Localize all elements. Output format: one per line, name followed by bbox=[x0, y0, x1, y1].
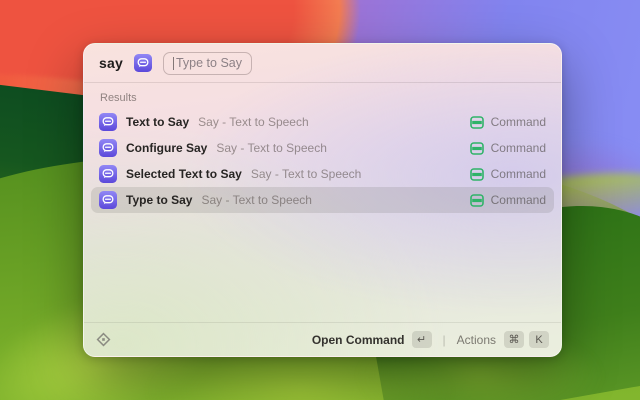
say-speech-bubble-icon bbox=[99, 139, 117, 157]
result-type: Command bbox=[491, 167, 546, 181]
actions-button[interactable]: Actions ⌘ K bbox=[457, 331, 549, 348]
result-row[interactable]: Text to Say Say - Text to Speech Command bbox=[91, 109, 554, 135]
text-caret bbox=[173, 57, 174, 70]
result-title: Configure Say bbox=[126, 141, 207, 155]
command-window-icon bbox=[470, 116, 484, 129]
raycast-diamond-icon bbox=[96, 332, 111, 347]
open-command-label: Open Command bbox=[312, 333, 405, 347]
result-subtitle: Say - Text to Speech bbox=[216, 141, 327, 155]
empty-area bbox=[84, 213, 561, 322]
result-title: Text to Say bbox=[126, 115, 189, 129]
say-speech-bubble-icon bbox=[99, 191, 117, 209]
result-type: Command bbox=[491, 141, 546, 155]
search-query[interactable]: say bbox=[99, 55, 123, 71]
status-bar: Open Command ↵ | Actions ⌘ K bbox=[84, 322, 561, 356]
result-type: Command bbox=[491, 115, 546, 129]
say-speech-bubble-icon bbox=[134, 54, 152, 72]
token-label: Type to Say bbox=[176, 56, 242, 70]
command-key: ⌘ bbox=[504, 331, 524, 348]
say-speech-bubble-icon bbox=[99, 165, 117, 183]
desktop: say Type to Say Resu bbox=[0, 0, 640, 400]
results-header: Results bbox=[84, 83, 561, 107]
result-subtitle: Say - Text to Speech bbox=[251, 167, 362, 181]
launcher-window: say Type to Say Resu bbox=[83, 43, 562, 357]
open-command-button[interactable]: Open Command ↵ bbox=[312, 331, 432, 348]
result-title: Selected Text to Say bbox=[126, 167, 242, 181]
return-key: ↵ bbox=[412, 331, 432, 348]
results-list: Text to Say Say - Text to Speech Command… bbox=[84, 107, 561, 213]
result-type: Command bbox=[491, 193, 546, 207]
result-subtitle: Say - Text to Speech bbox=[198, 115, 309, 129]
command-window-icon bbox=[470, 168, 484, 181]
result-row[interactable]: Selected Text to Say Say - Text to Speec… bbox=[91, 161, 554, 187]
result-subtitle: Say - Text to Speech bbox=[201, 193, 312, 207]
result-row[interactable]: Type to Say Say - Text to Speech Command bbox=[91, 187, 554, 213]
search-bar[interactable]: say Type to Say bbox=[84, 44, 561, 83]
actions-label: Actions bbox=[457, 333, 496, 347]
say-speech-bubble-icon bbox=[99, 113, 117, 131]
result-title: Type to Say bbox=[126, 193, 192, 207]
command-token[interactable]: Type to Say bbox=[163, 52, 252, 75]
result-row[interactable]: Configure Say Say - Text to Speech Comma… bbox=[91, 135, 554, 161]
status-bar-divider: | bbox=[443, 333, 446, 347]
k-key: K bbox=[529, 331, 549, 348]
command-window-icon bbox=[470, 142, 484, 155]
command-window-icon bbox=[470, 194, 484, 207]
